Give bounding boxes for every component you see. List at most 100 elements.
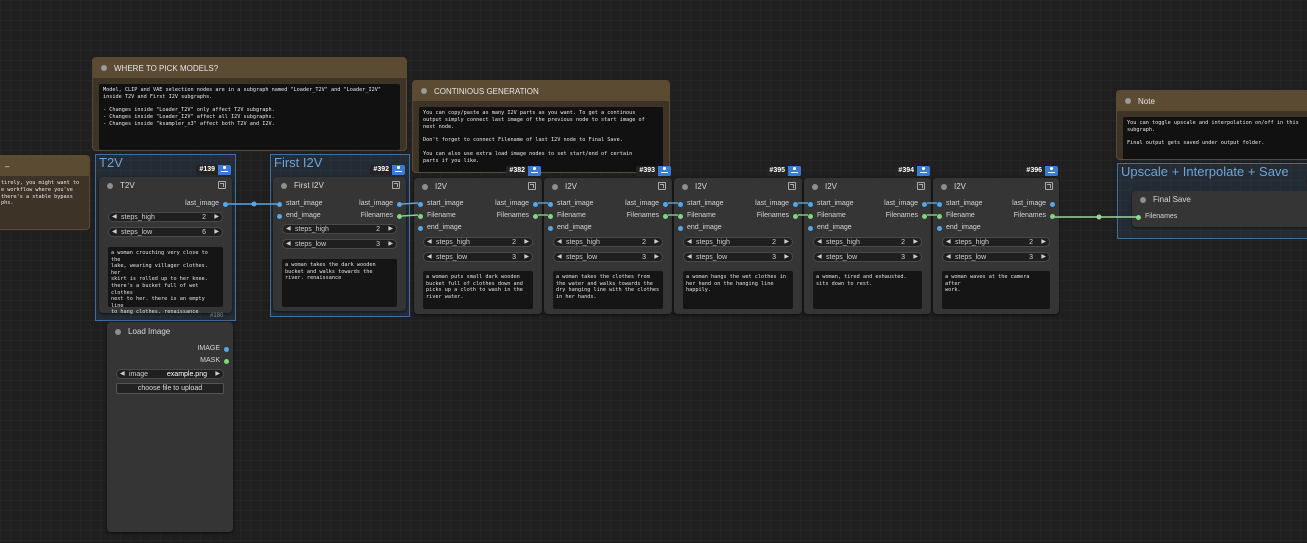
prompt-textarea[interactable]: a woman takes the dark wooden bucket and… [282, 259, 397, 307]
output-pin[interactable] [223, 202, 228, 207]
io-row[interactable]: start_image last_image [544, 199, 672, 211]
output-mask[interactable]: MASK [107, 356, 233, 368]
widget-steps-low[interactable]: ◀ steps_low 6 ▶ [108, 227, 223, 237]
widget-steps-low[interactable]: ◀ steps_low 3 ▶ [683, 252, 793, 262]
widget-image-select[interactable]: ◀ image example.png ▶ [116, 369, 224, 379]
decrement-icon[interactable]: ◀ [112, 213, 117, 222]
previous-icon[interactable]: ◀ [120, 370, 125, 379]
output-pin[interactable] [224, 359, 229, 364]
collapse-dot-icon[interactable] [812, 183, 818, 190]
collapse-dot-icon[interactable] [107, 182, 113, 189]
io-row[interactable]: Filename Filenames [674, 211, 802, 223]
open-subgraph-icon[interactable] [917, 182, 925, 190]
increment-icon[interactable]: ▶ [388, 240, 393, 249]
output-pin[interactable] [922, 214, 927, 219]
node-graph-canvas[interactable]: – tirely, you might want to e workflow w… [0, 0, 1307, 543]
output-pin[interactable] [397, 202, 402, 207]
prompt-textarea[interactable]: a woman puts small dark wooden bucket fu… [423, 271, 533, 309]
input-pin[interactable] [277, 214, 282, 219]
output-last-image[interactable]: last_image [99, 199, 232, 211]
input-pin[interactable] [418, 202, 423, 207]
increment-icon[interactable]: ▶ [654, 238, 659, 247]
subgraph-icon[interactable] [917, 166, 930, 176]
decrement-icon[interactable]: ◀ [286, 225, 291, 234]
widget-steps-low[interactable]: ◀ steps_low 3 ▶ [553, 252, 663, 262]
subgraph-icon[interactable] [528, 166, 541, 176]
prompt-textarea[interactable]: a woman waves at the camera after work. [942, 271, 1050, 309]
node-header[interactable]: I2V [933, 178, 1059, 195]
output-pin[interactable] [533, 214, 538, 219]
open-subgraph-icon[interactable] [218, 181, 226, 189]
output-pin[interactable] [922, 202, 927, 207]
input-pin[interactable] [808, 202, 813, 207]
decrement-icon[interactable]: ◀ [687, 238, 692, 247]
decrement-icon[interactable]: ◀ [817, 253, 822, 262]
input-pin[interactable] [678, 202, 683, 207]
io-row[interactable]: end_image [674, 223, 802, 235]
note-continious-generation[interactable]: CONTINIOUS GENERATION You can copy/paste… [412, 80, 670, 173]
input-pin[interactable] [937, 226, 942, 231]
node-header[interactable]: Load Image [107, 322, 233, 341]
collapse-dot-icon[interactable] [1125, 98, 1131, 104]
input-pin[interactable] [418, 226, 423, 231]
node-header[interactable]: I2V [414, 178, 542, 195]
decrement-icon[interactable]: ◀ [427, 238, 432, 247]
prompt-textarea[interactable]: a woman hangs the wet clothes in her han… [683, 271, 793, 309]
input-pin[interactable] [937, 214, 942, 219]
open-subgraph-icon[interactable] [528, 182, 536, 190]
output-pin[interactable] [663, 214, 668, 219]
note-header[interactable]: WHERE TO PICK MODELS? [93, 58, 406, 78]
node-i2v-382[interactable]: #382 I2V start_image last_image Filename… [414, 166, 542, 314]
collapse-dot-icon[interactable] [941, 183, 947, 190]
open-subgraph-icon[interactable] [658, 182, 666, 190]
node-i2v-396[interactable]: #396 I2V start_image last_image Filename… [933, 166, 1059, 314]
increment-icon[interactable]: ▶ [214, 228, 219, 237]
increment-icon[interactable]: ▶ [1041, 253, 1046, 262]
input-pin[interactable] [678, 214, 683, 219]
input-pin[interactable] [548, 202, 553, 207]
widget-steps-high[interactable]: ◀ steps_high 2 ▶ [423, 237, 533, 247]
increment-icon[interactable]: ▶ [388, 225, 393, 234]
subgraph-icon[interactable] [218, 165, 231, 175]
widget-steps-low[interactable]: ◀ steps_low 3 ▶ [423, 252, 533, 262]
node-header[interactable]: I2V [674, 178, 802, 195]
widget-steps-high[interactable]: ◀ steps_high 2 ▶ [553, 237, 663, 247]
note-upscale[interactable]: Note You can toggle upscale and interpol… [1116, 90, 1307, 160]
io-row[interactable]: Filename Filenames [414, 211, 542, 223]
collapse-dot-icon[interactable] [281, 182, 287, 189]
prompt-textarea[interactable]: a woman, tired and exhausted. sits down … [813, 271, 922, 309]
increment-icon[interactable]: ▶ [913, 253, 918, 262]
node-header[interactable]: I2V [544, 178, 672, 195]
node-first-i2v[interactable]: #392 First I2V start_image last_image en… [273, 165, 406, 311]
decrement-icon[interactable]: ◀ [557, 253, 562, 262]
output-pin[interactable] [663, 202, 668, 207]
widget-steps-low[interactable]: ◀ steps_low 3 ▶ [813, 252, 922, 262]
note-header[interactable]: – [0, 156, 89, 176]
io-row[interactable]: end_image Filenames [273, 211, 406, 223]
prompt-textarea[interactable]: a woman takes the clothes from the water… [553, 271, 663, 309]
io-row[interactable]: end_image [933, 223, 1059, 235]
decrement-icon[interactable]: ◀ [817, 238, 822, 247]
prompt-textarea[interactable]: a woman crouching very close to the lake… [108, 247, 223, 315]
note-header[interactable]: CONTINIOUS GENERATION [413, 81, 669, 101]
decrement-icon[interactable]: ◀ [946, 253, 951, 262]
io-row[interactable]: end_image [804, 223, 931, 235]
next-icon[interactable]: ▶ [215, 370, 220, 379]
output-image[interactable]: IMAGE [107, 344, 233, 356]
node-header[interactable]: Final Save [1132, 191, 1307, 208]
input-pin[interactable] [1136, 215, 1141, 220]
widget-steps-high[interactable]: ◀ steps_high 2 ▶ [108, 212, 223, 222]
subgraph-icon[interactable] [1045, 166, 1058, 176]
note-left-partial[interactable]: – tirely, you might want to e workflow w… [0, 155, 90, 230]
open-subgraph-icon[interactable] [788, 182, 796, 190]
collapse-dot-icon[interactable] [552, 183, 558, 190]
collapse-dot-icon[interactable] [101, 65, 107, 71]
decrement-icon[interactable]: ◀ [557, 238, 562, 247]
node-header[interactable]: I2V [804, 178, 931, 195]
io-row[interactable]: end_image [414, 223, 542, 235]
io-row[interactable]: end_image [544, 223, 672, 235]
widget-steps-low[interactable]: ◀ steps_low 3 ▶ [942, 252, 1050, 262]
node-i2v-395[interactable]: #395 I2V start_image last_image Filename… [674, 166, 802, 314]
io-row[interactable]: Filename Filenames [933, 211, 1059, 223]
node-header[interactable]: T2V [99, 177, 232, 194]
